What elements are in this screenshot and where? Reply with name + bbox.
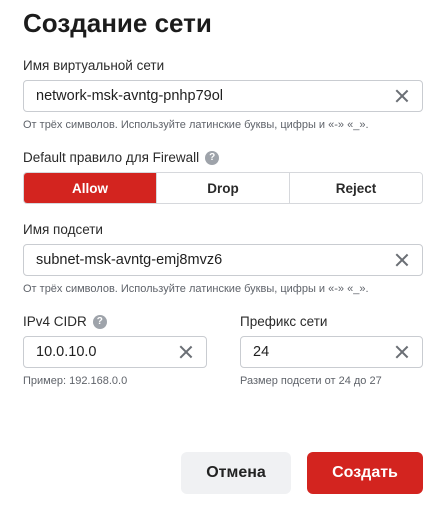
cidr-field[interactable]: 10.0.10.0 [23,336,207,368]
subnet-name-field[interactable]: subnet-msk-avntg-emj8mvz6 [23,244,423,276]
prefix-value[interactable]: 24 [253,344,394,360]
firewall-option-allow[interactable]: Allow [24,173,156,203]
subnet-name-label: Имя подсети [23,222,103,237]
prefix-label: Префикс сети [240,314,327,329]
subnet-name-label-text: Имя подсети [23,222,103,237]
cidr-label-text: IPv4 CIDR [23,314,87,329]
network-name-label-text: Имя виртуальной сети [23,58,165,73]
dialog-title: Создание сети [23,8,212,38]
network-name-value[interactable]: network-msk-avntg-pnhp79ol [36,88,394,104]
help-icon[interactable]: ? [205,150,220,165]
subnet-name-hint: От трёх символов. Используйте латинские … [23,283,369,295]
cidr-clear-icon[interactable] [178,344,194,360]
prefix-field[interactable]: 24 [240,336,423,368]
network-name-label: Имя виртуальной сети [23,58,164,73]
create-button[interactable]: Создать [307,452,423,494]
cancel-button[interactable]: Отмена [181,452,291,494]
network-name-hint: От трёх символов. Используйте латинские … [23,119,369,131]
firewall-option-drop[interactable]: Drop [156,173,289,203]
firewall-option-reject[interactable]: Reject [289,173,422,203]
subnet-name-value[interactable]: subnet-msk-avntg-emj8mvz6 [36,252,394,268]
network-name-clear-icon[interactable] [394,88,410,104]
prefix-hint: Размер подсети от 24 до 27 [240,375,382,387]
cidr-hint: Пример: 192.168.0.0 [23,375,128,387]
firewall-rule-selector: Allow Drop Reject [23,172,423,204]
cidr-label: IPv4 CIDR ? [23,314,107,329]
prefix-clear-icon[interactable] [394,344,410,360]
help-icon[interactable]: ? [92,314,107,329]
network-name-field[interactable]: network-msk-avntg-pnhp79ol [23,80,423,112]
firewall-label-text: Default правило для Firewall [23,150,200,165]
subnet-name-clear-icon[interactable] [394,252,410,268]
prefix-label-text: Префикс сети [240,314,328,329]
firewall-label: Default правило для Firewall ? [23,150,220,165]
cidr-value[interactable]: 10.0.10.0 [36,344,178,360]
